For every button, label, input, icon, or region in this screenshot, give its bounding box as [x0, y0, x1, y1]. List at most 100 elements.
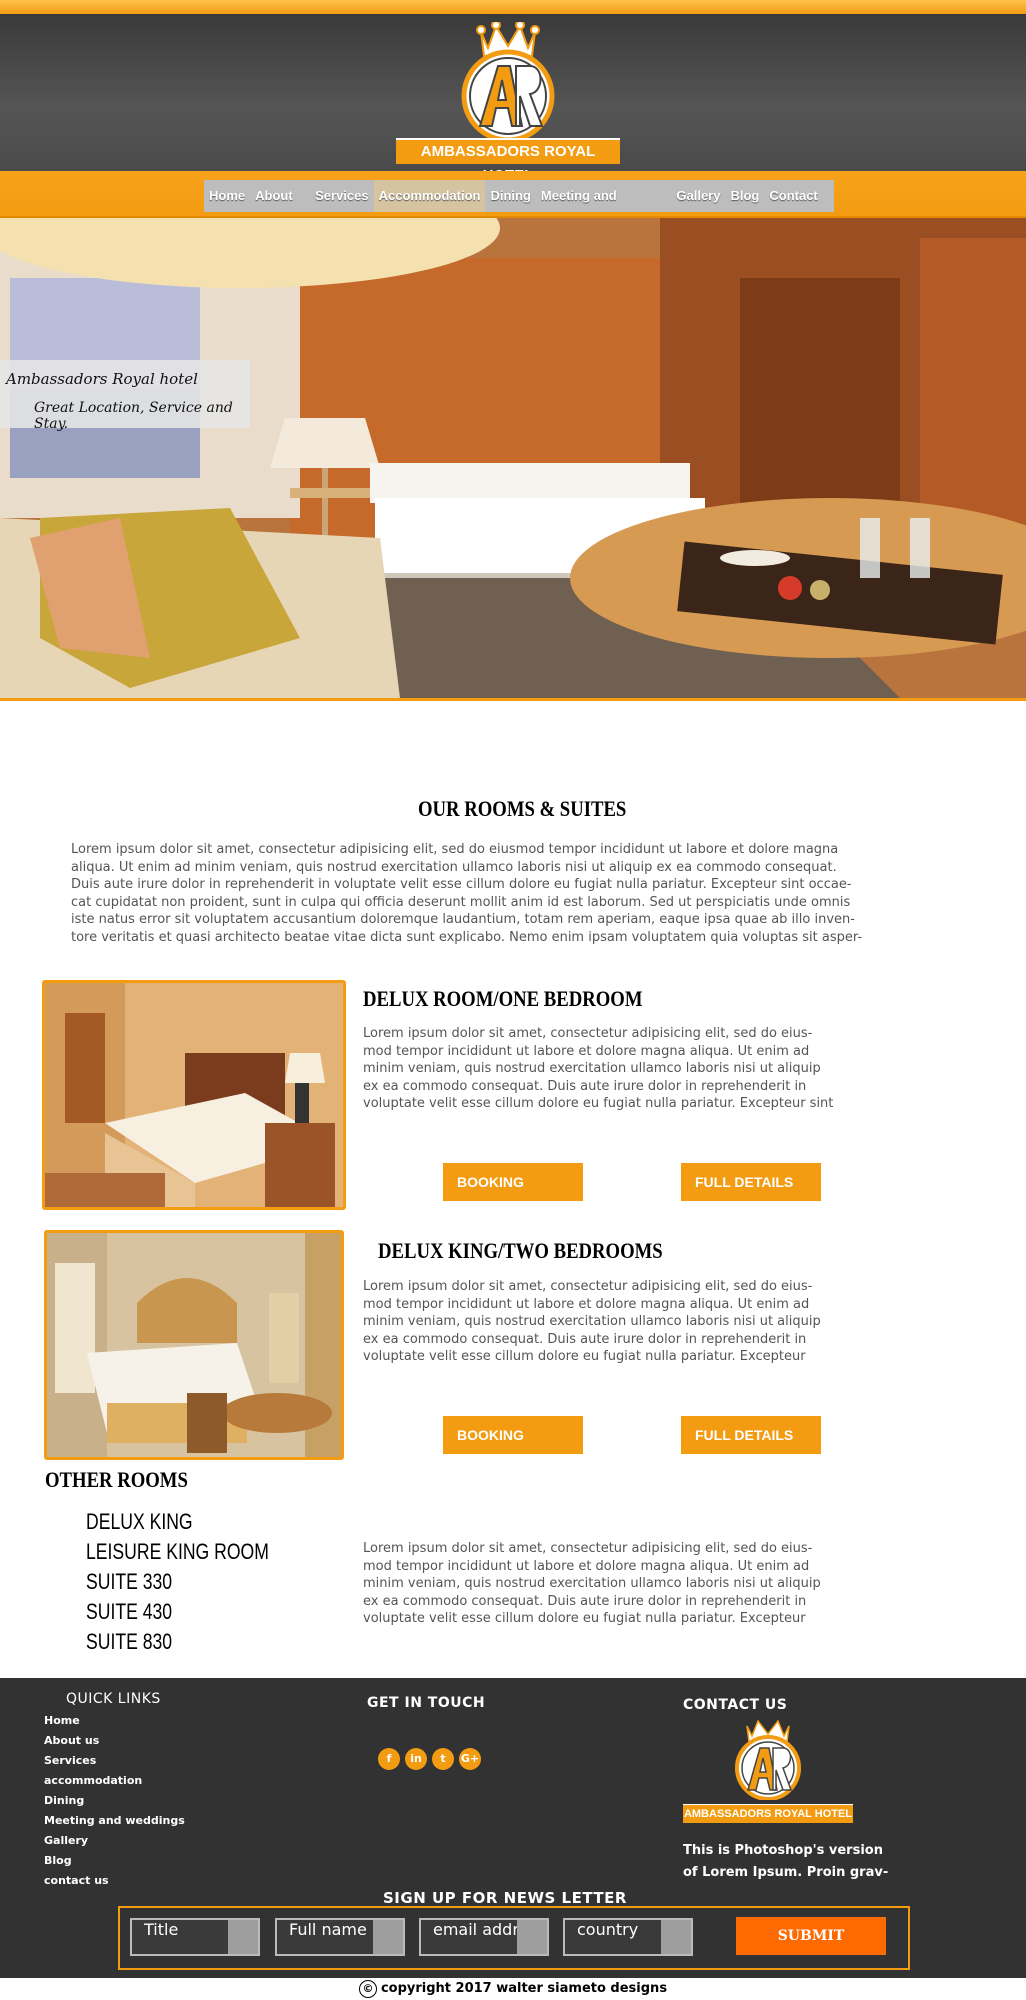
- other-rooms-description: Lorem ipsum dolor sit amet, consectetur …: [363, 1540, 923, 1628]
- newsletter-title: SIGN UP FOR NEWS LETTER: [383, 1889, 627, 1907]
- nav-dining[interactable]: Dining: [485, 180, 535, 212]
- room-1-photo[interactable]: [42, 980, 346, 1210]
- intro-line: cat cupidatat non proident, sunt in culp…: [71, 894, 851, 910]
- email-field[interactable]: email addr: [419, 1918, 549, 1956]
- copyright-icon: ©: [358, 1980, 377, 1998]
- room-1-booking-button[interactable]: BOOKING ENQUIRY: [443, 1163, 583, 1228]
- intro-line: Lorem ipsum dolor sit amet, consectetur …: [71, 842, 839, 857]
- footer-link-about[interactable]: About us: [44, 1731, 185, 1751]
- nav-services[interactable]: Services: [310, 180, 374, 212]
- footer-link-dining[interactable]: Dining: [44, 1791, 185, 1811]
- contact-line: This is Photoshop's version: [683, 1843, 883, 1858]
- main-nav: Home About us Services Accommodation Din…: [204, 180, 834, 235]
- copyright: © copyright 2017 walter siameto designs: [0, 1978, 1026, 2000]
- title-field[interactable]: Title: [130, 1918, 260, 1956]
- top-accent-bar: [0, 0, 1026, 14]
- nav-contact[interactable]: Contact us: [764, 180, 834, 235]
- desc-line: Lorem ipsum dolor sit amet, consectetur …: [363, 1279, 813, 1294]
- crown-monogram-icon: [735, 1719, 801, 1801]
- desc-line: Lorem ipsum dolor sit amet, consectetur …: [363, 1541, 813, 1556]
- other-room-item[interactable]: SUITE 330: [86, 1567, 286, 1597]
- fullname-field-handle: [373, 1920, 403, 1954]
- contact-us-title: CONTACT US: [683, 1697, 788, 1713]
- footer-link-home[interactable]: Home: [44, 1711, 185, 1731]
- room-1-description: Lorem ipsum dolor sit amet, consectetur …: [363, 1025, 923, 1113]
- desc-line: mod tempor incididunt ut labore et dolor…: [363, 1558, 810, 1574]
- footer-link-accommodation[interactable]: accommodation: [44, 1771, 185, 1791]
- nav-home[interactable]: Home: [204, 180, 250, 212]
- quick-links: Home About us Services accommodation Din…: [44, 1711, 185, 1891]
- desc-line: minim veniam, quis nostrud exercitation …: [363, 1314, 821, 1329]
- desc-line: minim veniam, quis nostrud exercitation …: [363, 1061, 821, 1076]
- desc-line: voluptate velit esse cillum dolore eu fu…: [363, 1096, 834, 1111]
- room-2-title: DELUX KING/TWO BEDROOMS: [378, 1238, 663, 1263]
- contact-line: of Lorem Ipsum. Proin grav-: [683, 1865, 889, 1880]
- hotel-logo[interactable]: AMBASSADORS ROYAL HOTEL: [396, 20, 620, 184]
- footer-link-services[interactable]: Services: [44, 1751, 185, 1771]
- hero-image: [0, 218, 1026, 701]
- fullname-field-text: Full name: [289, 1920, 367, 1939]
- footer-link-gallery[interactable]: Gallery: [44, 1831, 185, 1851]
- room-1-image: [45, 983, 343, 1207]
- desc-line: Lorem ipsum dolor sit amet, consectetur …: [363, 1026, 813, 1041]
- quick-links-title: QUICK LINKS: [66, 1691, 161, 1707]
- room-2-booking-button[interactable]: BOOKING ENQUIRY: [443, 1416, 583, 1481]
- country-field[interactable]: country: [563, 1918, 693, 1956]
- footer-logo[interactable]: AMBASSADORS ROYAL HOTEL: [683, 1718, 853, 1828]
- other-rooms-title: OTHER ROOMS: [45, 1467, 188, 1492]
- hero-caption-title: Ambassadors Royal hotel: [6, 370, 198, 388]
- other-rooms-list: DELUX KING LEISURE KING ROOM SUITE 330 S…: [86, 1507, 336, 1657]
- get-in-touch-title: GET IN TOUCH: [367, 1695, 486, 1711]
- fullname-field[interactable]: Full name: [275, 1918, 405, 1956]
- intro-line: aliqua. Ut enim ad minim veniam, quis no…: [71, 859, 837, 875]
- nav-meetings[interactable]: Meeting and Weddings: [536, 180, 671, 235]
- desc-line: ex ea commodo consequat. Duis aute irure…: [363, 1593, 807, 1609]
- intro-line: iste natus error sit voluptatem accusant…: [71, 912, 855, 927]
- desc-line: voluptate velit esse cillum dolore eu fu…: [363, 1611, 806, 1626]
- room-2-details-button[interactable]: FULL DETAILS: [681, 1416, 821, 1454]
- hero-caption-tagline: Great Location, Service and Stay.: [34, 400, 233, 432]
- other-room-item[interactable]: SUITE 430: [86, 1597, 286, 1627]
- other-room-item[interactable]: SUITE 830: [86, 1627, 286, 1657]
- social-links: f in t G+: [378, 1748, 481, 1770]
- desc-line: mod tempor incididunt ut labore et dolor…: [363, 1043, 810, 1059]
- section-title: OUR ROOMS & SUITES: [418, 796, 627, 821]
- country-field-text: country: [577, 1920, 639, 1939]
- desc-line: mod tempor incididunt ut labore et dolor…: [363, 1296, 810, 1312]
- footer-link-blog[interactable]: Blog: [44, 1851, 185, 1871]
- footer-brand-name: AMBASSADORS ROYAL HOTEL: [683, 1804, 853, 1823]
- room-2-description: Lorem ipsum dolor sit amet, consectetur …: [363, 1278, 923, 1366]
- footer-link-contact[interactable]: contact us: [44, 1871, 185, 1891]
- country-field-dropdown[interactable]: [661, 1920, 691, 1954]
- desc-line: minim veniam, quis nostrud exercitation …: [363, 1576, 821, 1591]
- footer-link-meetings[interactable]: Meeting and weddings: [44, 1811, 185, 1831]
- room-1-title: DELUX ROOM/ONE BEDROOM: [363, 986, 643, 1011]
- email-field-text: email addr: [433, 1920, 519, 1939]
- contact-text: This is Photoshop's version of Lorem Ips…: [683, 1840, 888, 1884]
- room-2-image: [47, 1233, 341, 1457]
- linkedin-icon[interactable]: in: [405, 1748, 427, 1770]
- room-2-photo[interactable]: [44, 1230, 344, 1460]
- nav-accommodation[interactable]: Accommodation: [373, 180, 486, 212]
- hotel-room-photo: [0, 218, 1026, 698]
- twitter-icon[interactable]: t: [432, 1748, 454, 1770]
- title-field-dropdown[interactable]: [228, 1920, 258, 1954]
- desc-line: voluptate velit esse cillum dolore eu fu…: [363, 1349, 806, 1364]
- title-field-text: Title: [144, 1920, 179, 1939]
- email-field-handle: [517, 1920, 547, 1954]
- copyright-text: copyright 2017 walter siameto designs: [380, 1981, 668, 1996]
- brand-name: AMBASSADORS ROYAL HOTEL: [396, 138, 620, 184]
- google-plus-icon[interactable]: G+: [459, 1748, 481, 1770]
- intro-line: tore veritatis et quasi architecto beata…: [71, 929, 863, 945]
- nav-gallery[interactable]: Gallery: [671, 180, 725, 212]
- desc-line: ex ea commodo consequat. Duis aute irure…: [363, 1078, 807, 1094]
- nav-about[interactable]: About us: [250, 180, 310, 235]
- other-room-item[interactable]: LEISURE KING ROOM: [86, 1537, 286, 1567]
- desc-line: ex ea commodo consequat. Duis aute irure…: [363, 1331, 807, 1347]
- room-1-details-button[interactable]: FULL DETAILS: [681, 1163, 821, 1201]
- intro-line: Duis aute irure dolor in reprehenderit i…: [71, 877, 852, 892]
- other-room-item[interactable]: DELUX KING: [86, 1507, 286, 1537]
- facebook-icon[interactable]: f: [378, 1748, 400, 1770]
- submit-button[interactable]: SUBMIT: [736, 1917, 886, 1955]
- nav-blog[interactable]: Blog: [725, 180, 764, 212]
